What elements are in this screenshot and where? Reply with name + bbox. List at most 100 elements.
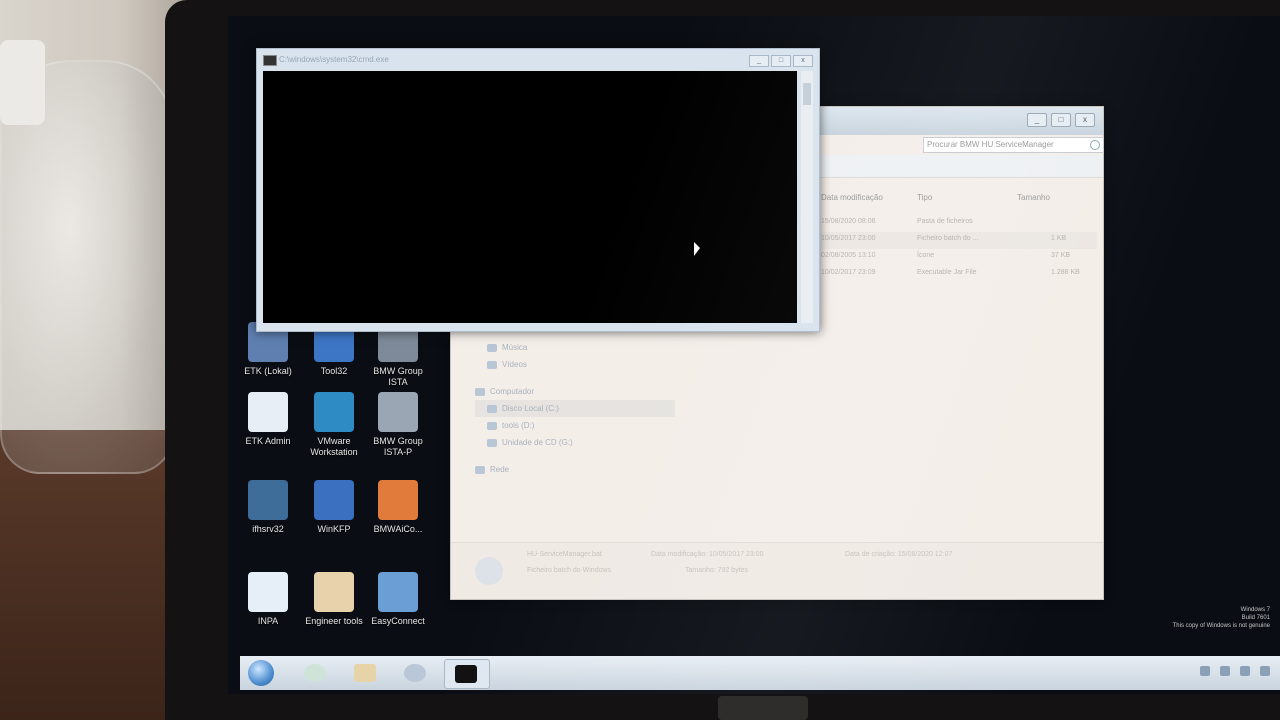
file-row[interactable]: 02/08/2005 13:10 Ícone 37 KB	[821, 249, 1097, 266]
column-header-size[interactable]: Tamanho	[1017, 193, 1050, 202]
nav-item-icon	[487, 360, 497, 369]
desktop-icon-image	[378, 480, 418, 520]
nav-item[interactable]: Computador	[475, 383, 675, 400]
clock-icon[interactable]	[1260, 666, 1270, 676]
nav-item[interactable]: Vídeos	[475, 356, 675, 373]
windows-notice: Windows 7 Build 7601 This copy of Window…	[1173, 606, 1270, 630]
desktop-icon-label: ETK Admin	[245, 436, 291, 446]
desktop-icon-image	[248, 572, 288, 612]
desktop-icon[interactable]: BMW Group ISTA-P	[366, 392, 430, 458]
nav-item-label: Vídeos	[502, 360, 527, 369]
nav-item-label: Rede	[490, 465, 510, 474]
taskbar-explorer-button[interactable]	[344, 659, 388, 687]
file-list: 15/08/2020 08:06 Pasta de ficheiros 10/05/…	[821, 215, 1097, 283]
nav-item-icon	[487, 404, 497, 413]
nav-item[interactable]: Unidade de CD (G:)	[475, 434, 675, 451]
file-date: 02/08/2005 13:10	[821, 252, 876, 259]
nav-item[interactable]: Disco Local (C:)	[475, 400, 675, 417]
taskbar-cmd-button[interactable]	[444, 659, 490, 689]
desktop-icon-label: VMware Workstation	[310, 436, 358, 457]
file-type: Ficheiro batch do ...	[917, 235, 979, 242]
file-row[interactable]: 15/08/2020 08:06 Pasta de ficheiros	[821, 215, 1097, 232]
desktop-icon[interactable]: EasyConnect	[366, 572, 430, 627]
cmd-scrollbar[interactable]	[801, 71, 813, 323]
media-player-icon	[404, 664, 426, 682]
nav-item[interactable]: Música	[475, 339, 675, 356]
laptop-screen: ETK (Lokal) Tool32 BMW Group ISTA ETK Admin…	[228, 16, 1280, 694]
start-button[interactable]	[248, 660, 274, 686]
desktop-icon-label: Engineer tools	[305, 616, 363, 626]
details-filename: HU-ServiceManager.bat	[527, 551, 602, 558]
desktop-icon[interactable]: ETK Admin	[236, 392, 300, 447]
windows-notice-line: Build 7601	[1241, 615, 1270, 621]
nav-item-icon	[475, 387, 485, 396]
folder-icon	[354, 664, 376, 682]
file-type: Executable Jar File	[917, 269, 977, 276]
explorer-maximize-button[interactable]: □	[1051, 113, 1071, 127]
desktop-icon-image	[378, 392, 418, 432]
desktop-icon[interactable]: VMware Workstation	[302, 392, 366, 458]
file-size: 1.288 KB	[1051, 269, 1080, 276]
flag-icon[interactable]	[1240, 666, 1250, 676]
explorer-minimize-button[interactable]: _	[1027, 113, 1047, 127]
desktop-icon-image	[248, 480, 288, 520]
taskbar-ie-button[interactable]	[294, 659, 338, 687]
explorer-close-button[interactable]: x	[1075, 113, 1095, 127]
desktop-icon-image	[248, 392, 288, 432]
desktop-icon-image	[314, 572, 354, 612]
internet-explorer-icon	[304, 664, 326, 682]
desktop-icon-image	[314, 480, 354, 520]
windows-notice-line: Windows 7	[1240, 607, 1270, 613]
details-type: Ficheiro batch do Windows	[527, 567, 612, 574]
desktop-icon-label: Tool32	[320, 366, 348, 376]
file-size: 1 KB	[1051, 235, 1067, 242]
desktop-icon-label: INPA	[257, 616, 279, 626]
column-header-date[interactable]: Data modificação	[821, 193, 883, 202]
desktop-icon-label: BMWAiCo...	[373, 524, 423, 534]
cmd-scrollbar-thumb[interactable]	[803, 83, 811, 105]
file-type: Pasta de ficheiros	[917, 218, 973, 225]
desktop-icon[interactable]: BMWAiCo...	[366, 480, 430, 535]
mouse-cursor-icon	[694, 242, 700, 256]
nav-item-icon	[487, 421, 497, 430]
cmd-maximize-button[interactable]: □	[771, 55, 791, 67]
desktop-icon-label: BMW Group ISTA-P	[373, 436, 423, 457]
cmd-titlebar[interactable]: C:\windows\system32\cmd.exe _ □ x	[257, 49, 819, 71]
nav-item-icon	[475, 465, 485, 474]
cmd-close-button[interactable]: x	[793, 55, 813, 67]
desktop-icon[interactable]: WinKFP	[302, 480, 366, 535]
volume-icon[interactable]	[1220, 666, 1230, 676]
desktop-icon-label: EasyConnect	[371, 616, 425, 626]
desktop-icon[interactable]: ifhsrv32	[236, 480, 300, 535]
desktop-icon-image	[378, 572, 418, 612]
details-pane: HU-ServiceManager.bat Data modificação: …	[451, 542, 1103, 599]
desktop-icon-label: BMW Group ISTA	[373, 366, 423, 387]
cmd-window[interactable]: C:\windows\system32\cmd.exe _ □ x	[256, 48, 820, 332]
cmd-console-output[interactable]	[263, 71, 797, 323]
cmd-minimize-button[interactable]: _	[749, 55, 769, 67]
batch-file-icon	[475, 557, 503, 585]
file-row[interactable]: 10/05/2017 23:00 Ficheiro batch do ... 1 K…	[821, 232, 1097, 249]
desktop-icon[interactable]: Engineer tools	[302, 572, 366, 627]
column-header-type[interactable]: Tipo	[917, 193, 932, 202]
nav-item-icon	[487, 343, 497, 352]
file-size: 37 KB	[1051, 252, 1071, 259]
nav-item[interactable]: Rede	[475, 461, 675, 478]
desktop-icon[interactable]: INPA	[236, 572, 300, 627]
file-row[interactable]: 10/02/2017 23:09 Executable Jar File 1.288…	[821, 266, 1097, 283]
file-date: 10/02/2017 23:09	[821, 269, 876, 276]
nav-item-label: Computador	[490, 387, 535, 396]
desktop-icon-label: ifhsrv32	[252, 524, 284, 534]
desktop-icon-label: WinKFP	[317, 524, 351, 534]
nav-item[interactable]: tools (D:)	[475, 417, 675, 434]
desktop-icon-label: ETK (Lokal)	[244, 366, 292, 376]
network-icon[interactable]	[1200, 666, 1210, 676]
file-date: 10/05/2017 23:00	[821, 235, 876, 242]
taskbar-media-button[interactable]	[394, 659, 438, 687]
details-size: Tamanho: 792 bytes	[685, 567, 749, 574]
details-modified: Data modificação: 10/05/2017 23:00	[651, 551, 764, 558]
search-input[interactable]: Procurar BMW HU ServiceManager	[923, 137, 1104, 153]
cmd-title: C:\windows\system32\cmd.exe	[279, 55, 389, 64]
windows-notice-line: This copy of Windows is not genuine	[1172, 623, 1270, 629]
nav-item-label: Disco Local (C:)	[502, 404, 559, 413]
